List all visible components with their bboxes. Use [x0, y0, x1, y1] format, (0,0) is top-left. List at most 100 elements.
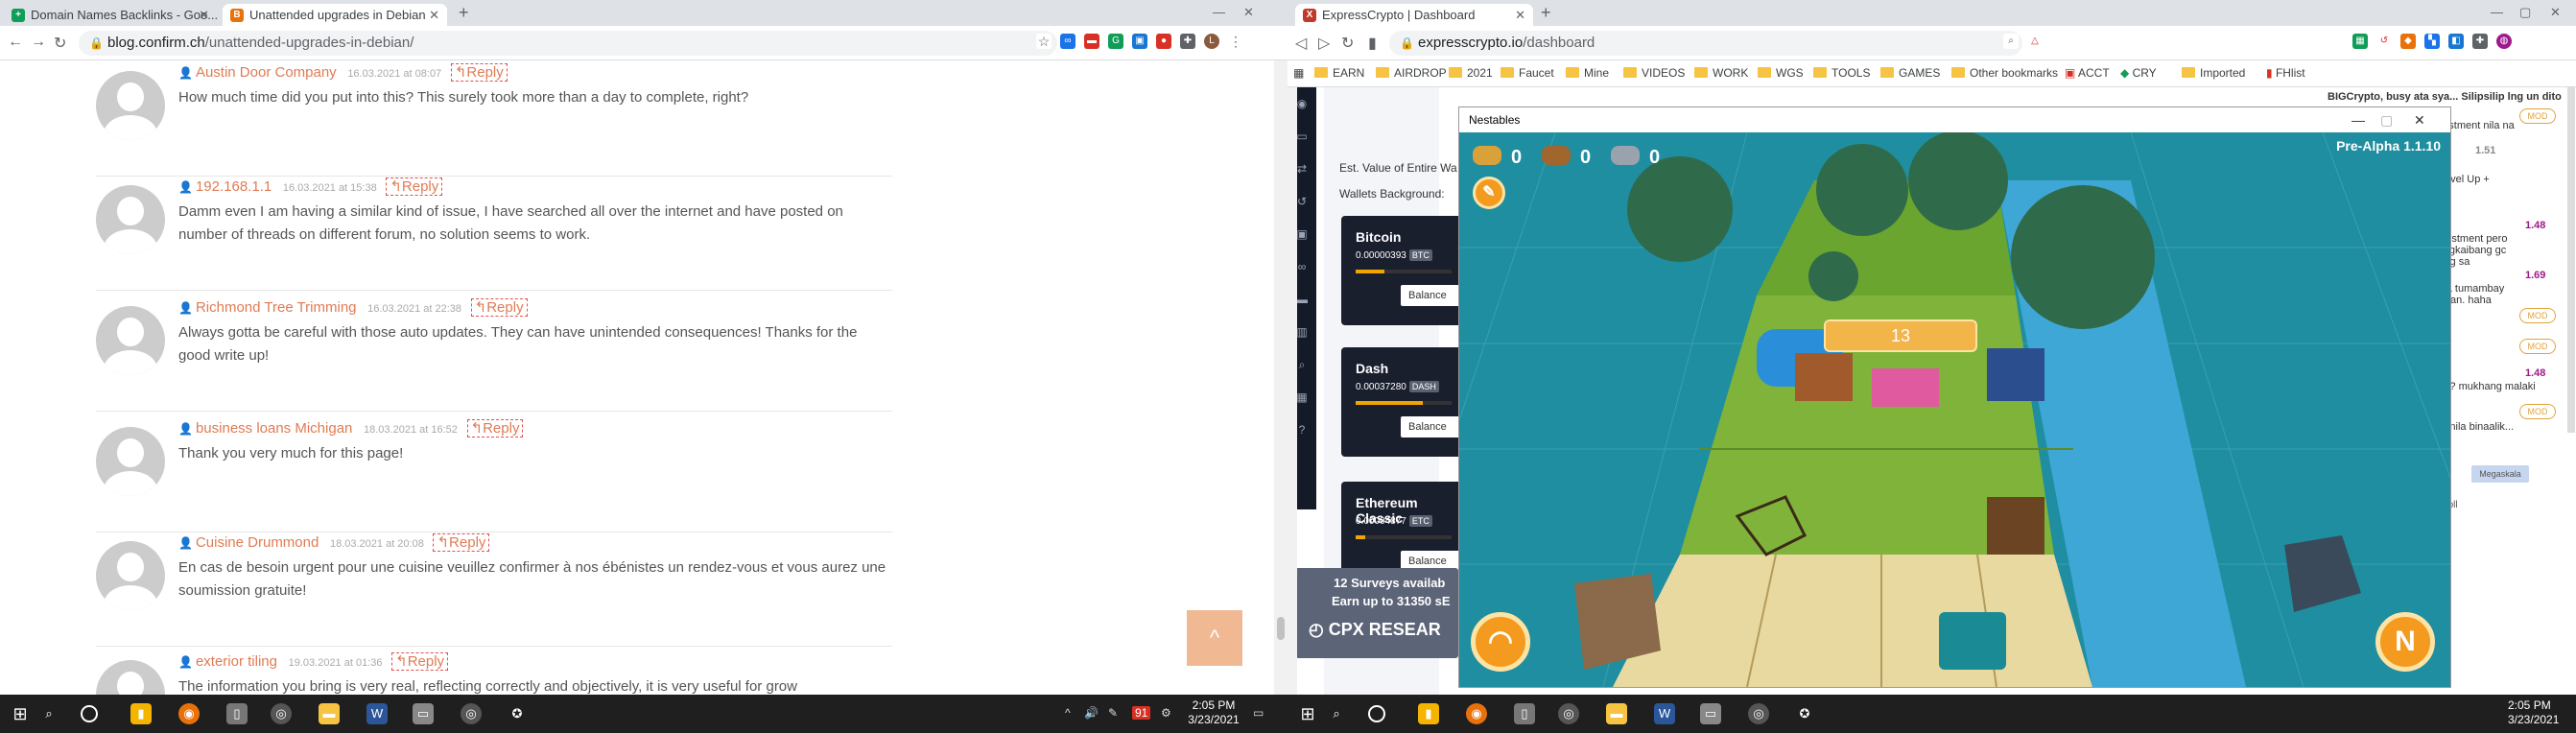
app-usb-icon[interactable]: ▯	[226, 703, 248, 724]
extension-bookmark-icon[interactable]: ▚	[2424, 34, 2440, 49]
bookmark-acct[interactable]: ▣ ACCT	[2065, 66, 2110, 80]
page-scrollbar[interactable]	[1288, 87, 1297, 695]
start-windows-icon[interactable]: ⊞	[1297, 703, 1318, 724]
bookmark-wgs[interactable]: WGS	[1758, 66, 1804, 80]
game-canvas[interactable]: 0 0 0 Pre-Alpha 1.1.10 ✎ 13 ◠ N	[1459, 132, 2450, 687]
tablet-icon[interactable]: ▭	[1700, 703, 1721, 724]
scroll-to-top-button[interactable]: ^	[1187, 610, 1242, 666]
search-page-icon[interactable]: ⌕	[2003, 34, 2019, 49]
close-window-icon[interactable]: ✕	[2550, 0, 2561, 24]
tray-chevron-icon[interactable]: ^	[1065, 706, 1071, 720]
reply-link[interactable]: ↰Reply	[433, 533, 490, 552]
bookmark-videos[interactable]: VIDEOS	[1623, 66, 1685, 80]
firefox-icon[interactable]: ◉	[1466, 703, 1487, 724]
app-folder-icon[interactable]: ▮	[130, 703, 152, 724]
close-tab-icon[interactable]: ✕	[199, 4, 209, 26]
maximize-icon[interactable]: ▢	[2519, 0, 2531, 24]
reload-icon[interactable]: ↻	[54, 34, 66, 53]
bookmark-games[interactable]: GAMES	[1880, 66, 1940, 80]
reply-link[interactable]: ↰Reply	[386, 177, 443, 196]
comment-author[interactable]: business loans Michigan	[196, 420, 352, 437]
new-tab-button[interactable]: +	[1541, 3, 1551, 23]
page-scrollbar[interactable]	[1274, 60, 1288, 695]
nestables-logo-button[interactable]: N	[2375, 612, 2435, 672]
bookmark-other[interactable]: Other bookmarks	[1951, 66, 2058, 80]
firefox-icon[interactable]: ◉	[178, 703, 200, 724]
extension-red-icon[interactable]: ●	[1156, 34, 1171, 49]
clock[interactable]: 2:05 PM 3/23/2021	[2508, 698, 2575, 727]
profile-avatar[interactable]: ◍	[2496, 34, 2512, 49]
nest-icon[interactable]: ◠	[1471, 612, 1530, 672]
bookmark-mine[interactable]: Mine	[1566, 66, 1609, 80]
app-logo-icon[interactable]: ✪	[1794, 703, 1815, 724]
extension-link-icon[interactable]: ∞	[1060, 34, 1075, 49]
minimize-icon[interactable]: —	[2491, 0, 2503, 24]
bookmark-airdrop[interactable]: AIRDROP	[1376, 66, 1447, 80]
bookmark-imported[interactable]: Imported	[2182, 66, 2245, 80]
close-tab-icon[interactable]: ✕	[1515, 4, 1525, 26]
menu-dots-icon[interactable]: ⋮	[1228, 34, 1243, 49]
reply-link[interactable]: ↰Reply	[450, 63, 508, 82]
extension-ads-icon[interactable]: ▬	[1084, 34, 1099, 49]
minimize-icon[interactable]: —	[1213, 0, 1225, 24]
search-icon[interactable]: ⌕	[38, 703, 59, 724]
forward-icon[interactable]: →	[31, 34, 46, 51]
comment-author[interactable]: 192.168.1.1	[196, 178, 272, 195]
tab-unattended-upgrades[interactable]: B Unattended upgrades in Debian ✕	[223, 4, 447, 26]
app-logo-icon[interactable]: ✪	[507, 703, 528, 724]
extension-grammarly-icon[interactable]: G	[1108, 34, 1123, 49]
bookmark-flag-icon[interactable]: ▮	[1368, 34, 1377, 53]
maximize-icon[interactable]: ▢	[2380, 107, 2393, 132]
tab-expresscrypto[interactable]: X ExpressCrypto | Dashboard ✕	[1295, 4, 1533, 26]
extension-fox-icon[interactable]: ◆	[2400, 34, 2416, 49]
app-folder-icon[interactable]: ▮	[1418, 703, 1439, 724]
minimize-icon[interactable]: —	[2351, 107, 2365, 132]
notification-badge[interactable]: 91	[1132, 706, 1151, 720]
bookmark-work[interactable]: WORK	[1694, 66, 1748, 80]
forward-icon[interactable]: ▷	[1318, 34, 1330, 53]
extension-blue-icon[interactable]: ◧	[2448, 34, 2464, 49]
chat-scrollbar[interactable]	[2567, 87, 2575, 433]
extension-green-icon[interactable]: ▦	[2352, 34, 2368, 49]
reply-link[interactable]: ↰Reply	[466, 419, 524, 437]
clock[interactable]: 2:05 PM 3/23/2021	[1180, 698, 1247, 727]
survey-banner[interactable]: 12 Surveys availab Earn up to 31350 sE ◴…	[1295, 568, 1458, 658]
pencil-edit-icon[interactable]: ✎	[1473, 177, 1505, 209]
tablet-icon[interactable]: ▭	[413, 703, 434, 724]
action-center-icon[interactable]: ▭	[1253, 706, 1264, 720]
bookmark-cry[interactable]: ◆ CRY	[2120, 66, 2157, 80]
back-icon[interactable]: ◁	[1295, 34, 1307, 53]
task-view-icon[interactable]	[1368, 705, 1385, 722]
tab-domain-backlinks[interactable]: + Domain Names Backlinks - Goo... ✕	[4, 4, 217, 26]
comment-author[interactable]: Cuisine Drummond	[196, 534, 319, 551]
app-usb-icon[interactable]: ▯	[1514, 703, 1535, 724]
reply-link[interactable]: ↰Reply	[391, 652, 449, 671]
apps-icon[interactable]: ▦	[1293, 66, 1304, 80]
extensions-puzzle-icon[interactable]: ✚	[1180, 34, 1195, 49]
file-explorer-icon[interactable]: ▬	[319, 703, 340, 724]
chrome-icon[interactable]: ◎	[271, 703, 292, 724]
comment-author[interactable]: Richmond Tree Trimming	[196, 299, 357, 316]
close-tab-icon[interactable]: ✕	[429, 4, 439, 26]
word-icon[interactable]: W	[366, 703, 388, 724]
bookmark-2021[interactable]: 2021	[1449, 66, 1493, 80]
comment-author[interactable]: exterior tiling	[196, 653, 277, 670]
bookmark-earn[interactable]: EARN	[1314, 66, 1364, 80]
settings-tray-icon[interactable]: ⚙	[1161, 706, 1171, 720]
pen-icon[interactable]: ✎	[1108, 706, 1118, 720]
address-bar[interactable]: 🔒 blog.confirm.ch/unattended-upgrades-in…	[79, 31, 1057, 56]
extension-refresh-icon[interactable]: ↺	[2376, 34, 2392, 49]
warning-icon[interactable]: △	[2027, 34, 2043, 49]
volume-icon[interactable]: 🔊	[1084, 706, 1099, 720]
new-tab-button[interactable]: +	[459, 3, 469, 23]
reload-icon[interactable]: ↻	[1341, 34, 1354, 53]
file-explorer-icon[interactable]: ▬	[1606, 703, 1627, 724]
chrome-icon[interactable]: ◎	[1748, 703, 1769, 724]
chrome-icon[interactable]: ◎	[1558, 703, 1579, 724]
reply-link[interactable]: ↰Reply	[470, 298, 528, 317]
back-icon[interactable]: ←	[8, 34, 23, 51]
chrome-icon[interactable]: ◎	[461, 703, 482, 724]
task-view-icon[interactable]	[81, 705, 98, 722]
send-button[interactable]: Megaskala	[2471, 465, 2529, 483]
address-bar[interactable]: 🔒 expresscrypto.io/dashboard	[1389, 31, 2022, 56]
